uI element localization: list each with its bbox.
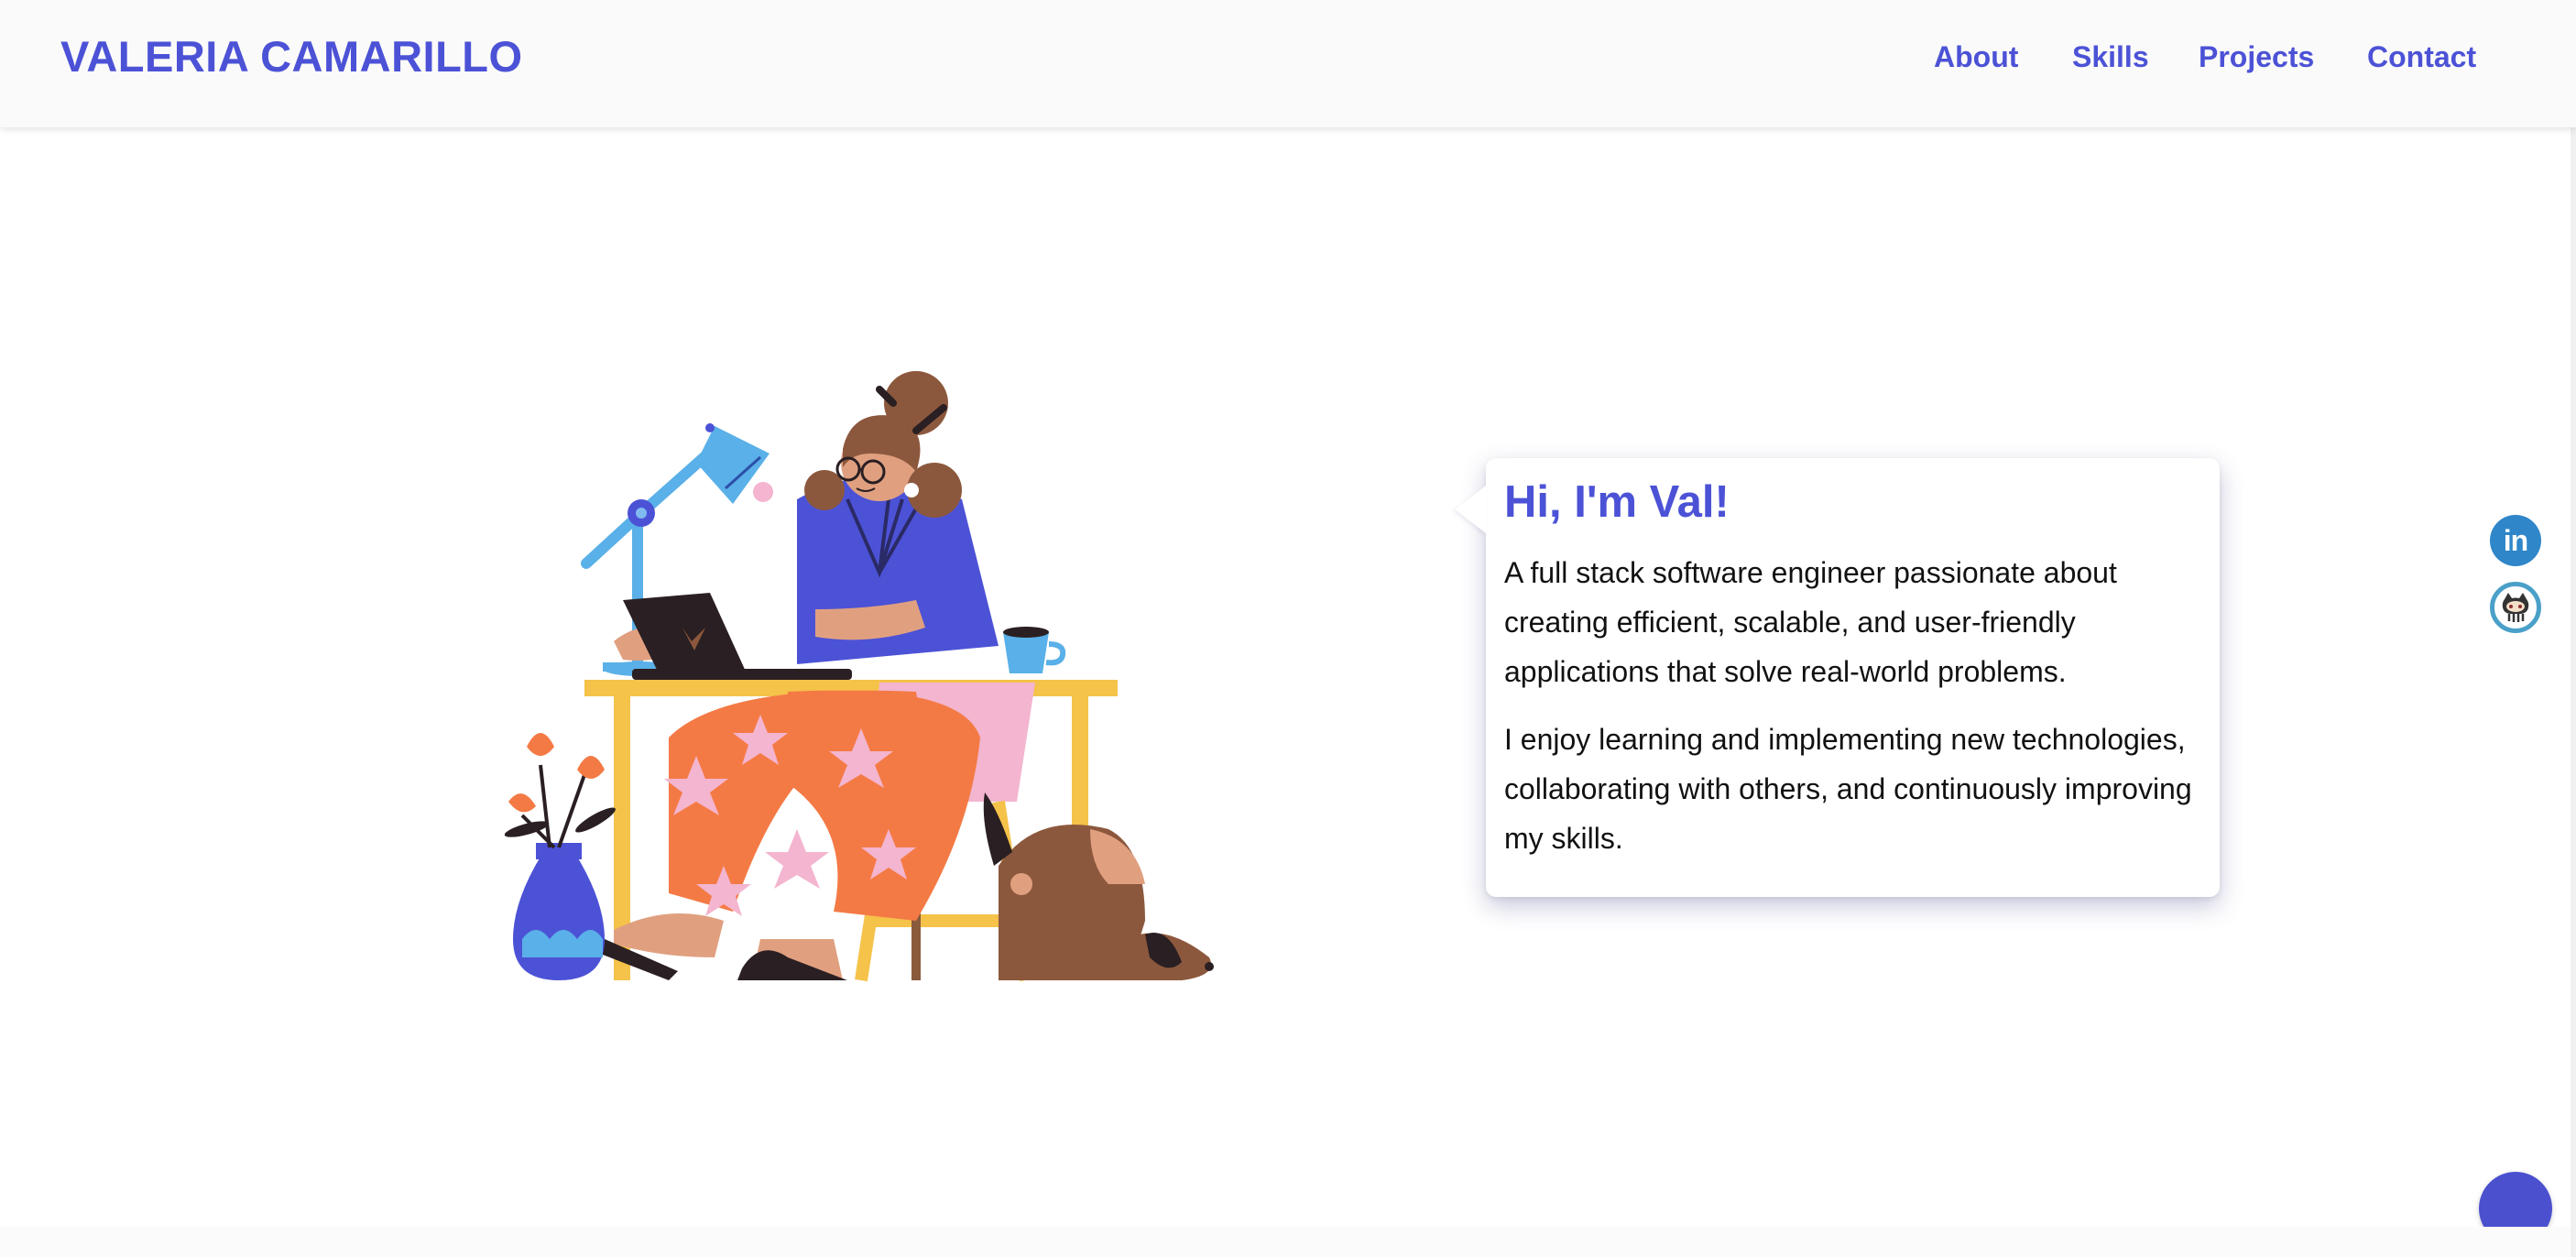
nav-link-contact[interactable]: Contact xyxy=(2367,40,2476,74)
linkedin-icon[interactable]: in xyxy=(2490,515,2541,566)
plant-vase xyxy=(504,733,616,980)
octocat-glyph xyxy=(2502,593,2529,622)
page-scrollbar[interactable] xyxy=(2571,0,2576,1257)
speech-bubble-tail xyxy=(1455,486,1486,533)
hero-paragraph-2: I enjoy learning and implementing new te… xyxy=(1504,723,2192,855)
linkedin-glyph: in xyxy=(2503,523,2528,557)
nav-link-skills[interactable]: Skills xyxy=(2072,40,2149,74)
footer-strip xyxy=(0,1227,2576,1257)
hero-illustration xyxy=(504,371,1214,982)
hero-greeting: Hi, I'm Val! xyxy=(1504,477,1730,527)
nav-link-projects[interactable]: Projects xyxy=(2199,40,2314,74)
mug xyxy=(1003,627,1066,673)
dog xyxy=(983,792,1214,980)
brand-logo-link[interactable]: VALERIA CAMARILLO xyxy=(60,31,523,82)
github-octocat-icon[interactable] xyxy=(2490,582,2541,633)
nav-link-about[interactable]: About xyxy=(1934,40,2018,74)
hero-paragraph-1: A full stack software engineer passionat… xyxy=(1504,556,2117,688)
intro-speech-bubble: Hi, I'm Val! A full stack software engin… xyxy=(1455,458,2220,897)
navbar: VALERIA CAMARILLO About Skills Projects … xyxy=(0,0,2576,127)
